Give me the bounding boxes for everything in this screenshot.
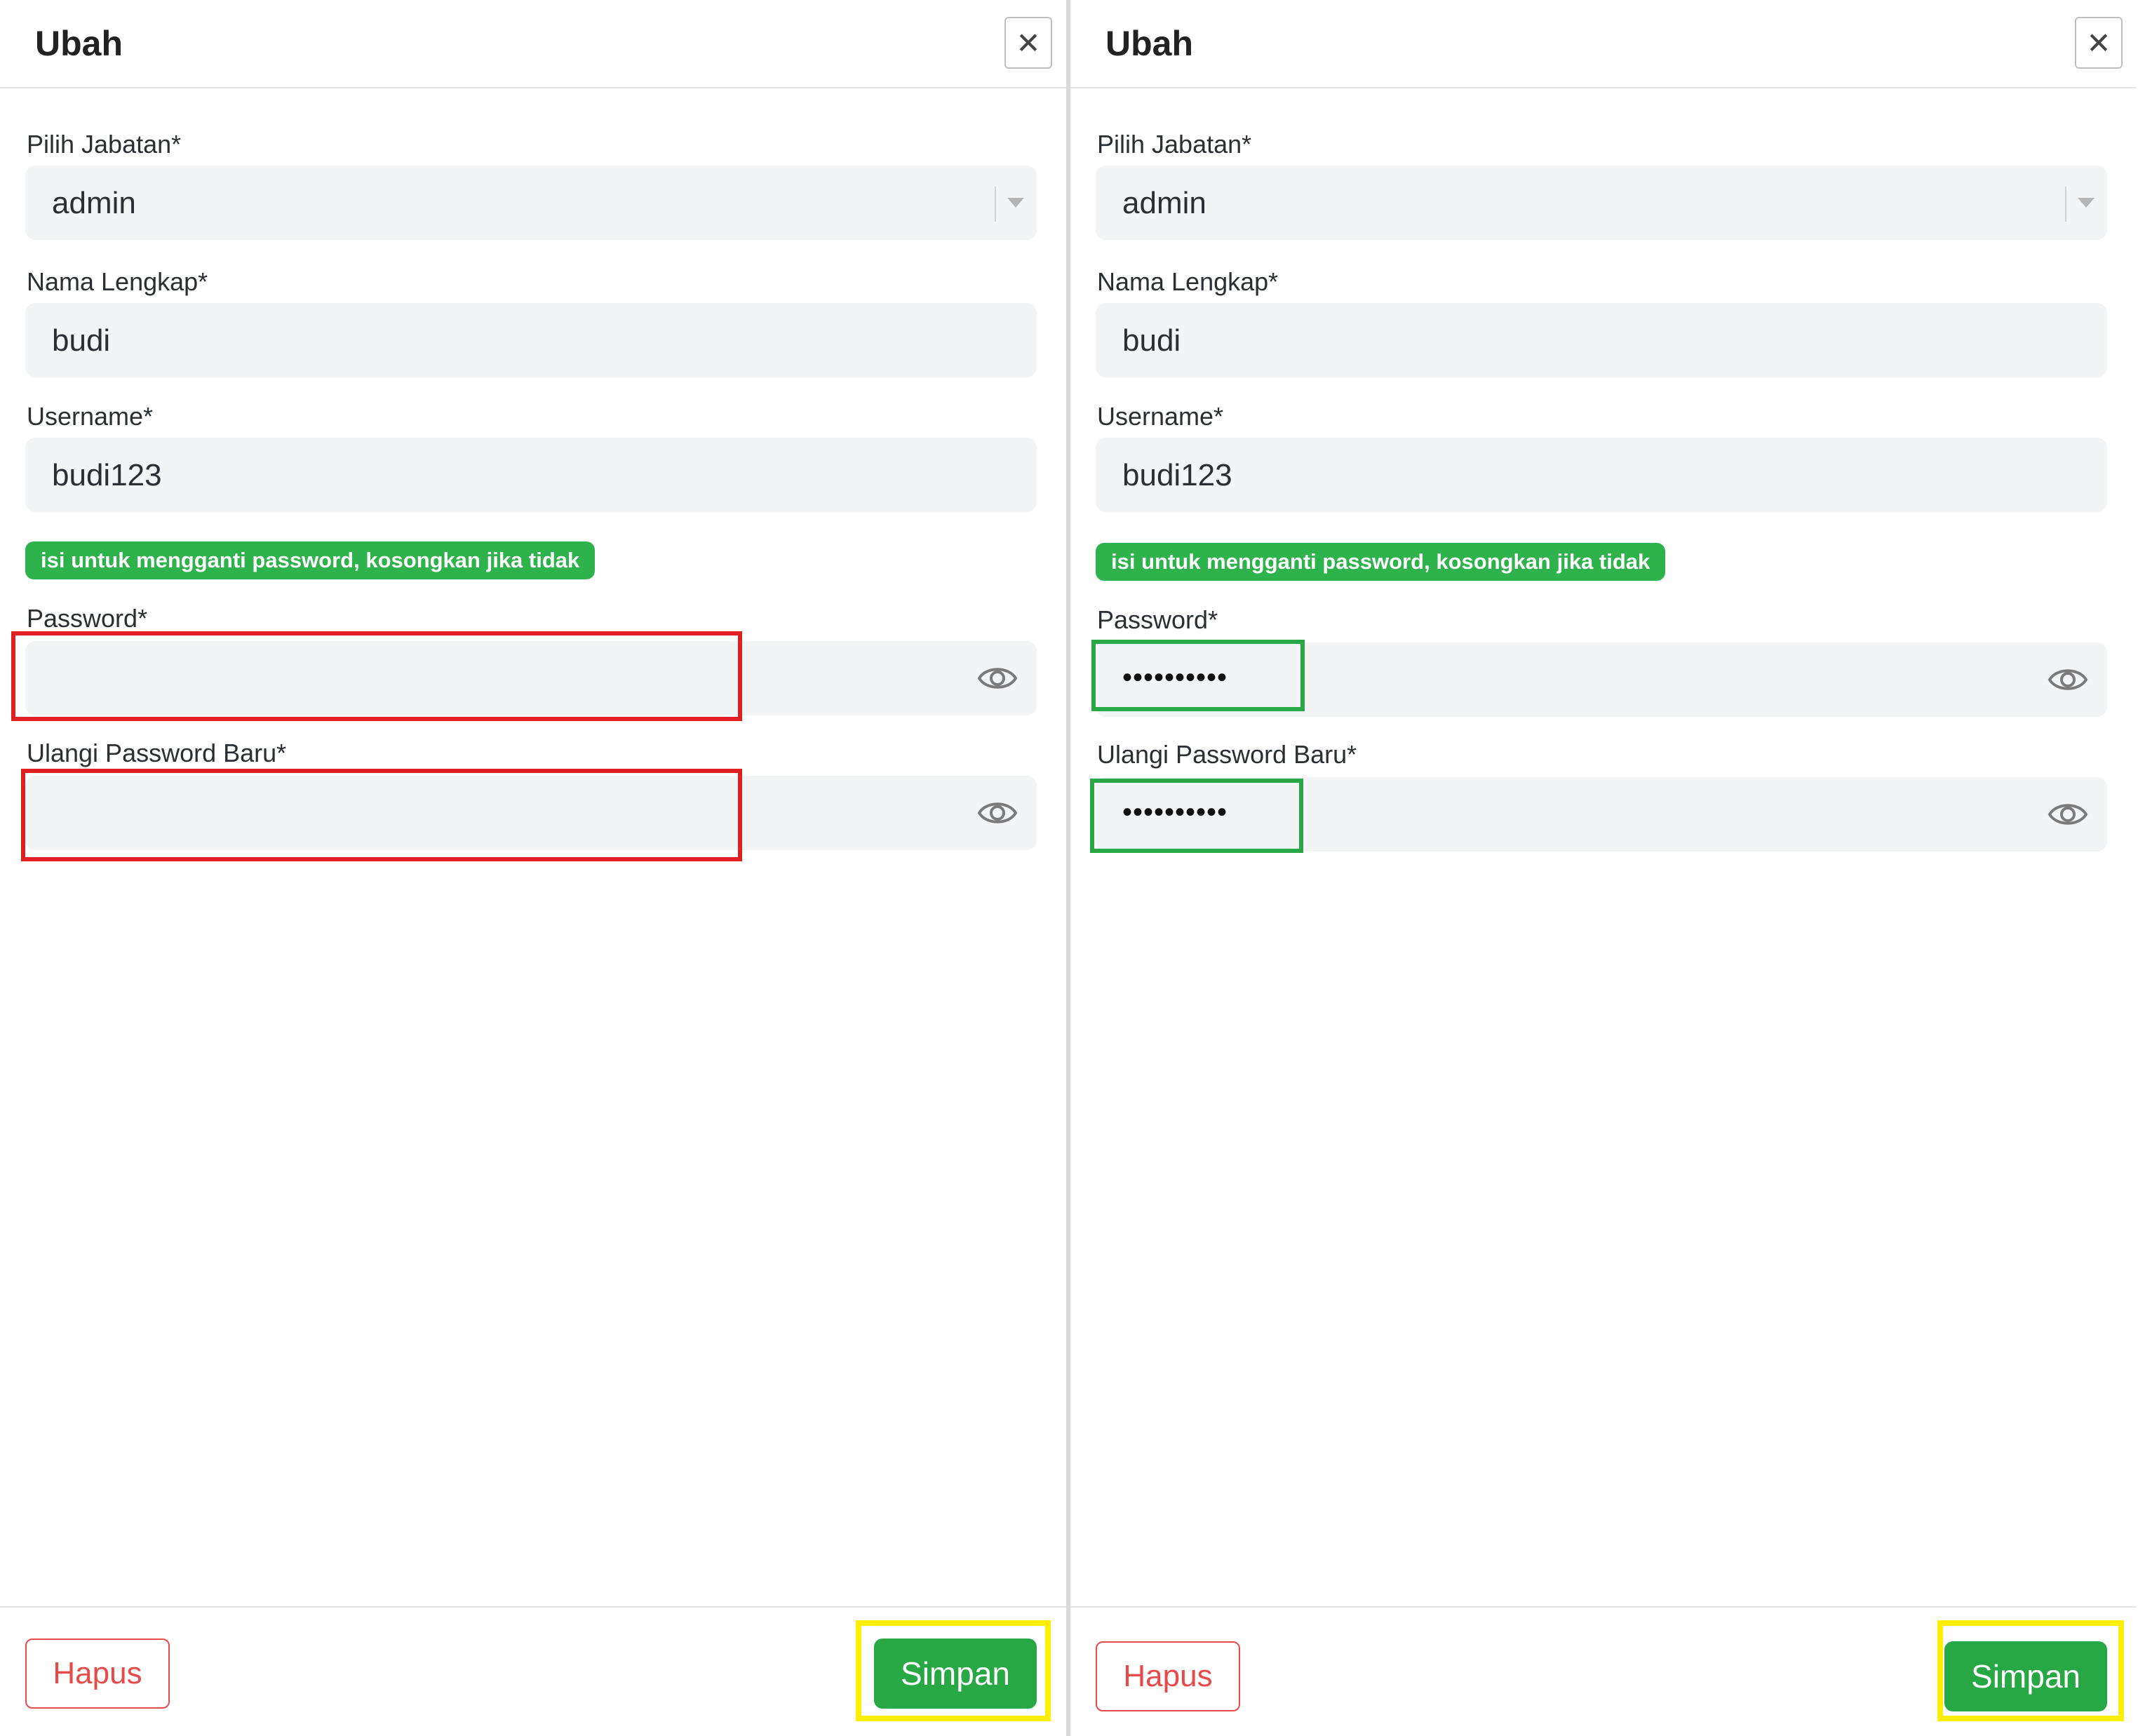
nama-label: Nama Lengkap* (1097, 267, 1279, 296)
highlight-box-save (856, 1620, 1051, 1721)
nama-label: Nama Lengkap* (27, 267, 208, 296)
username-input[interactable]: budi123 (25, 438, 1037, 512)
highlight-box-save (1937, 1620, 2124, 1721)
jabatan-label: Pilih Jabatan* (1097, 130, 1252, 159)
ulangi-password-label: Ulangi Password Baru* (27, 739, 287, 767)
nama-input[interactable]: budi (1096, 303, 2107, 377)
highlight-box-ulangi-password (21, 769, 742, 861)
username-value: budi123 (52, 458, 162, 492)
jabatan-value: admin (52, 186, 136, 220)
password-hint-badge: isi untuk mengganti password, kosongkan … (1096, 543, 1666, 581)
edit-modal-left: Ubah ✕ Pilih Jabatan* admin Nama Lengkap… (0, 0, 1066, 1736)
eye-icon[interactable] (2047, 661, 2089, 699)
chevron-down-icon (2078, 198, 2095, 208)
modal-header: Ubah ✕ (1070, 0, 2137, 88)
password-label: Password* (1097, 605, 1218, 634)
nama-value: budi (1122, 323, 1181, 358)
eye-icon[interactable] (2047, 795, 2089, 833)
username-value: budi123 (1122, 458, 1232, 492)
jabatan-select[interactable]: admin (25, 166, 1037, 240)
jabatan-select[interactable]: admin (1096, 166, 2107, 240)
eye-icon[interactable] (976, 794, 1018, 832)
ulangi-password-label: Ulangi Password Baru* (1097, 740, 1357, 769)
highlight-box-ulangi-password (1090, 779, 1303, 853)
highlight-box-password (1091, 640, 1305, 711)
select-separator (995, 187, 996, 222)
modal-header: Ubah ✕ (0, 0, 1066, 88)
delete-button[interactable]: Hapus (25, 1639, 170, 1709)
close-button[interactable]: ✕ (1004, 17, 1052, 69)
modal-title: Ubah (1105, 24, 1193, 63)
password-label: Password* (27, 604, 148, 633)
close-icon: ✕ (1016, 26, 1041, 60)
select-separator (2065, 187, 2066, 222)
password-hint-badge: isi untuk mengganti password, kosongkan … (25, 541, 596, 579)
nama-value: budi (52, 323, 111, 358)
username-input[interactable]: budi123 (1096, 438, 2107, 512)
modal-title: Ubah (35, 24, 123, 63)
nama-input[interactable]: budi (25, 303, 1037, 377)
username-label: Username* (27, 402, 154, 431)
highlight-box-password (11, 631, 742, 721)
jabatan-value: admin (1122, 186, 1206, 220)
eye-icon[interactable] (976, 659, 1018, 697)
close-icon: ✕ (2086, 26, 2111, 60)
delete-button[interactable]: Hapus (1096, 1641, 1240, 1711)
username-label: Username* (1097, 402, 1224, 431)
jabatan-label: Pilih Jabatan* (27, 130, 182, 159)
edit-modal-right: Ubah ✕ Pilih Jabatan* admin Nama Lengkap… (1070, 0, 2137, 1736)
chevron-down-icon (1007, 198, 1024, 208)
close-button[interactable]: ✕ (2075, 17, 2123, 69)
